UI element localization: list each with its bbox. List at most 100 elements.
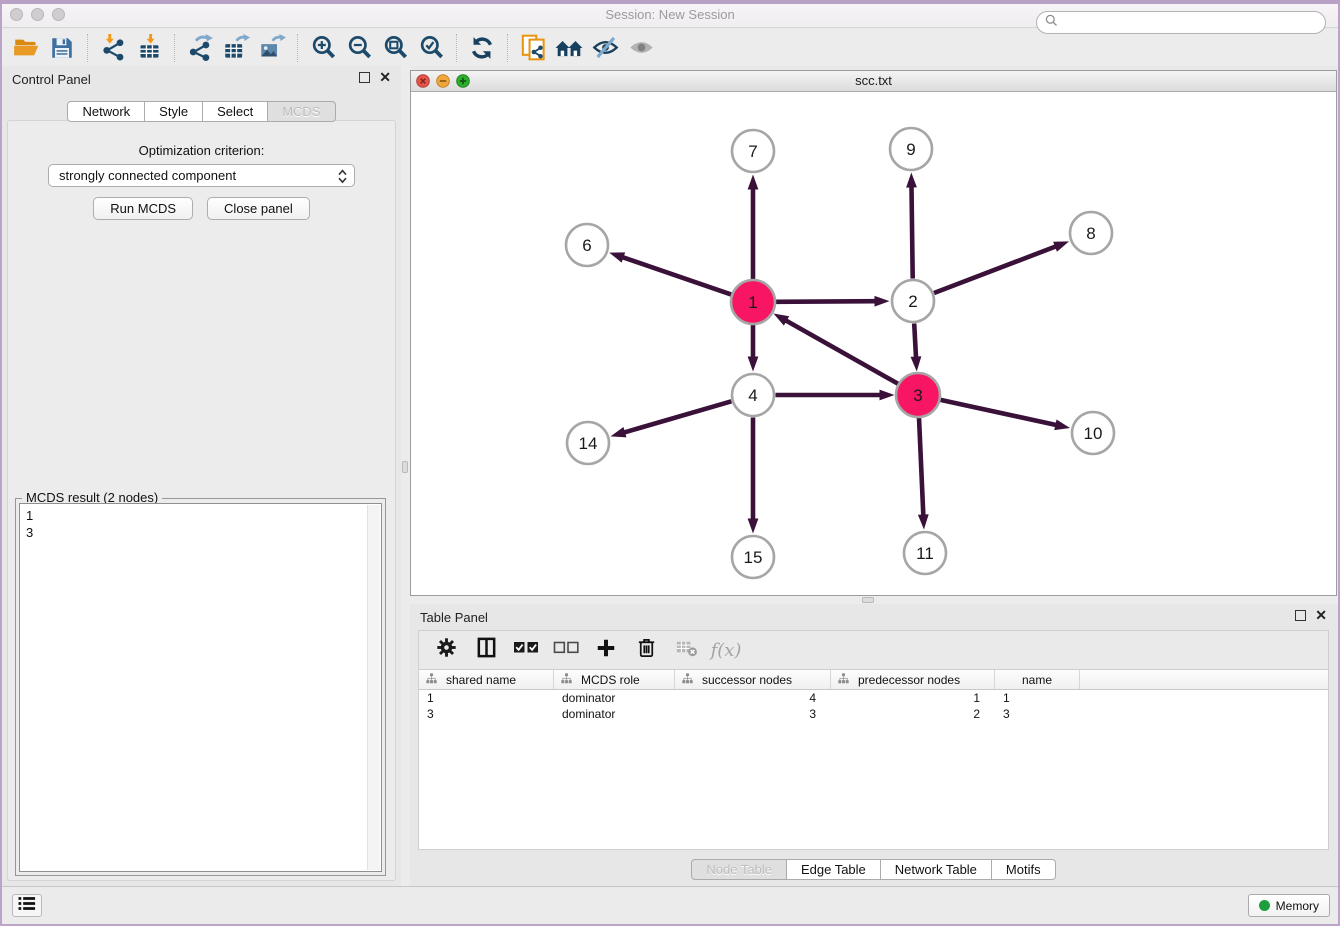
graph-node-label-14: 14	[579, 434, 598, 453]
tab-node-table[interactable]: Node Table	[691, 859, 787, 880]
table-row[interactable]: 1dominator411	[419, 690, 1328, 706]
export-network-button[interactable]	[182, 32, 218, 64]
node-table[interactable]: shared nameMCDS rolesuccessor nodes prede…	[418, 670, 1329, 850]
import-network-button[interactable]	[95, 32, 131, 64]
main-toolbar	[2, 29, 1338, 66]
column-header-predecessor-nodes[interactable]: predecessor nodes	[831, 670, 995, 689]
table-row[interactable]: 3dominator323	[419, 706, 1328, 722]
export-image-button[interactable]	[254, 32, 290, 64]
function-builder-icon: f(x)	[711, 640, 742, 661]
toolbar-separator	[87, 34, 88, 62]
network-canvas[interactable]: 7968124314101511	[411, 92, 1336, 595]
arrowhead-1-2	[874, 296, 889, 307]
table-cell: 1	[419, 691, 554, 705]
task-history-button[interactable]	[12, 894, 42, 917]
memory-button[interactable]: Memory	[1248, 894, 1330, 917]
column-tree-icon	[838, 673, 849, 687]
column-header-shared-name[interactable]: shared name	[419, 670, 554, 689]
column-header-successor-nodes[interactable]: successor nodes	[675, 670, 831, 689]
dropdown-value: strongly connected component	[59, 168, 236, 183]
mcds-result-list[interactable]: 1 3	[19, 503, 382, 872]
close-panel-button[interactable]: Close panel	[207, 197, 310, 220]
toolbar-separator	[174, 34, 175, 62]
graph-node-label-9: 9	[906, 140, 915, 159]
optimization-criterion-dropdown[interactable]: strongly connected component	[48, 164, 355, 187]
column-header-name[interactable]: name	[995, 670, 1080, 689]
zoom-selected-button[interactable]	[413, 32, 449, 64]
tab-style[interactable]: Style	[145, 101, 203, 122]
open-file-button[interactable]	[8, 32, 44, 64]
edge-3-1[interactable]	[785, 320, 899, 384]
edge-2-8[interactable]	[934, 246, 1057, 293]
result-scrollbar[interactable]	[367, 505, 380, 870]
zoom-fit-button[interactable]	[377, 32, 413, 64]
column-tree-icon	[426, 673, 437, 687]
add-row-icon	[595, 637, 617, 664]
delete-row-button[interactable]	[631, 635, 661, 665]
edge-1-2[interactable]	[775, 301, 876, 302]
clone-network-button[interactable]	[515, 32, 551, 64]
tab-network[interactable]: Network	[67, 101, 145, 122]
zoom-out-button[interactable]	[341, 32, 377, 64]
column-label: predecessor nodes	[858, 673, 960, 687]
tab-edge-table[interactable]: Edge Table	[787, 859, 881, 880]
search-input[interactable]	[1063, 16, 1317, 30]
optimization-criterion-label: Optimization criterion:	[8, 143, 395, 158]
edge-3-11[interactable]	[919, 417, 923, 516]
graph-node-label-2: 2	[908, 292, 917, 311]
graph-node-label-7: 7	[748, 142, 757, 161]
horizontal-splitter[interactable]	[410, 596, 1338, 604]
control-panel-tabs: NetworkStyleSelectMCDS	[67, 101, 335, 122]
table-cell: 4	[675, 691, 831, 705]
arrowhead-4-3	[880, 390, 895, 401]
tab-motifs[interactable]: Motifs	[992, 859, 1056, 880]
graph-node-label-15: 15	[744, 548, 763, 567]
arrowhead-1-4	[748, 357, 759, 372]
toolbar-separator	[297, 34, 298, 62]
status-bar: Memory	[2, 886, 1338, 924]
table-panel-float-icon[interactable]	[1295, 610, 1306, 621]
edge-2-9[interactable]	[911, 185, 912, 278]
graph-node-label-3: 3	[913, 386, 922, 405]
zoom-in-button[interactable]	[305, 32, 341, 64]
table-cell: dominator	[554, 691, 675, 705]
edge-2-3[interactable]	[914, 323, 916, 358]
arrowhead-1-7	[748, 175, 759, 190]
arrowhead-2-3	[911, 356, 922, 371]
run-mcds-button[interactable]: Run MCDS	[93, 197, 193, 220]
deselect-all-button[interactable]	[551, 635, 581, 665]
network-graph[interactable]: 7968124314101511	[411, 92, 1336, 595]
mcds-tab-content: Optimization criterion: strongly connect…	[7, 120, 396, 881]
delete-table-button	[671, 635, 701, 665]
hide-selected-button[interactable]	[587, 32, 623, 64]
select-all-button[interactable]	[511, 635, 541, 665]
table-panel-close-icon[interactable]: ✕	[1315, 610, 1327, 621]
edge-4-14[interactable]	[623, 401, 731, 433]
edge-1-6[interactable]	[622, 257, 732, 295]
splitter-grip[interactable]	[402, 461, 408, 473]
table-cell: 3	[995, 707, 1080, 721]
settings-button[interactable]	[431, 635, 461, 665]
save-session-button[interactable]	[44, 32, 80, 64]
export-table-button[interactable]	[218, 32, 254, 64]
vertical-splitter[interactable]	[401, 66, 410, 886]
add-row-button[interactable]	[591, 635, 621, 665]
delete-table-icon	[675, 636, 698, 664]
edge-3-10[interactable]	[940, 400, 1057, 425]
tab-mcds[interactable]: MCDS	[268, 101, 335, 122]
table-cell: 3	[419, 707, 554, 721]
clone-network-icon	[520, 34, 547, 61]
control-panel-float-icon[interactable]	[359, 72, 370, 83]
show-columns-button[interactable]	[471, 635, 501, 665]
control-panel-close-icon[interactable]: ✕	[379, 72, 391, 83]
refresh-layout-button[interactable]	[464, 32, 500, 64]
splitter-grip[interactable]	[862, 597, 874, 603]
tab-network-table[interactable]: Network Table	[881, 859, 992, 880]
first-neighbors-button[interactable]	[551, 32, 587, 64]
search-box[interactable]	[1036, 11, 1326, 34]
refresh-layout-icon	[469, 35, 495, 61]
tab-select[interactable]: Select	[203, 101, 268, 122]
arrowhead-4-15	[748, 519, 759, 534]
column-header-MCDS-role[interactable]: MCDS role	[554, 670, 675, 689]
import-table-button[interactable]	[131, 32, 167, 64]
